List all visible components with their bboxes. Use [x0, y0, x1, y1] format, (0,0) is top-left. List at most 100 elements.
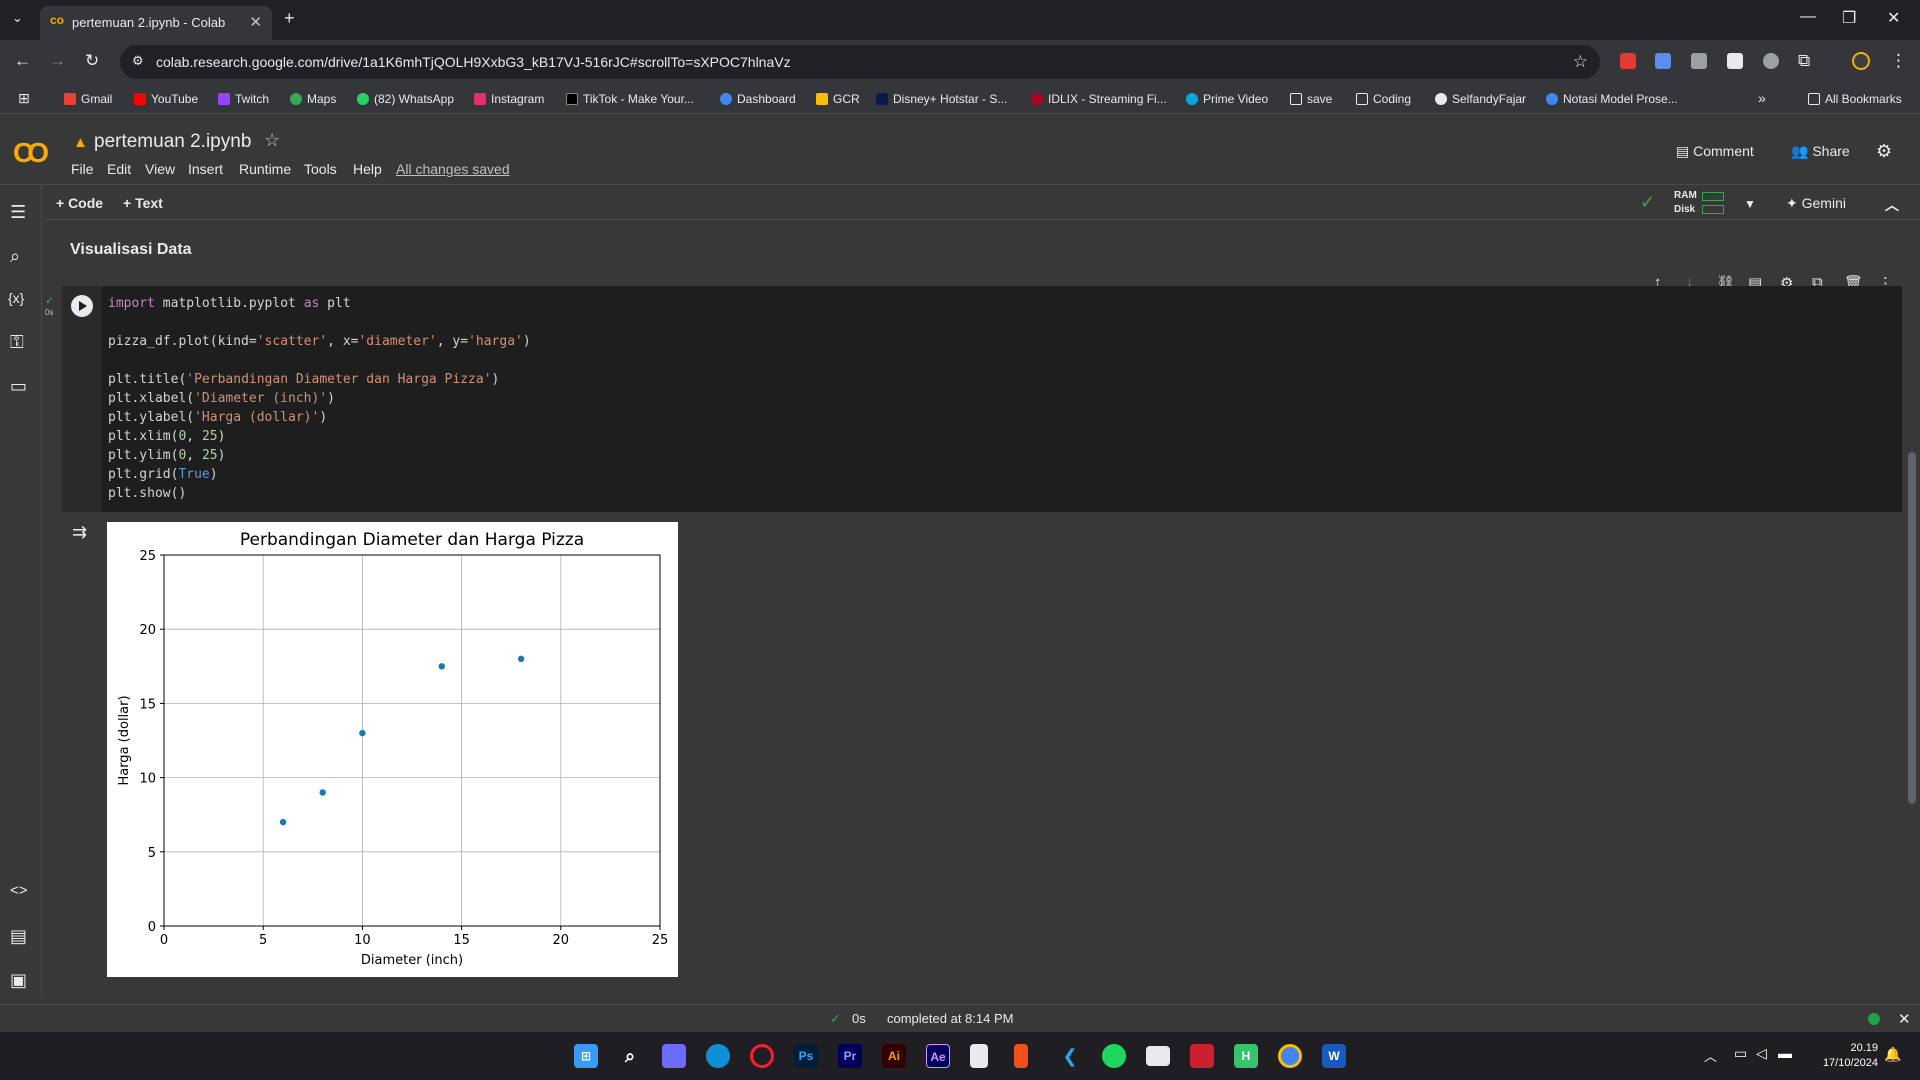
- bookmark-gmail[interactable]: Gmail: [64, 92, 112, 106]
- battery-icon[interactable]: ▬: [1778, 1045, 1792, 1061]
- bookmark-twitch[interactable]: Twitch: [218, 92, 269, 106]
- code-cell[interactable]: import matplotlib.pyplot as plt pizza_df…: [62, 286, 1902, 512]
- extension-icon[interactable]: [1763, 53, 1779, 69]
- drive-icon[interactable]: ▲: [73, 134, 88, 151]
- table-of-contents-icon[interactable]: ☰: [10, 202, 26, 223]
- bookmark-folder-save[interactable]: save: [1290, 92, 1332, 106]
- extensions-puzzle-icon[interactable]: ⧉: [1798, 51, 1810, 71]
- menu-runtime[interactable]: Runtime: [239, 161, 291, 177]
- extension-icon[interactable]: [1727, 53, 1743, 69]
- search-icon[interactable]: ⌕: [10, 246, 20, 267]
- address-bar[interactable]: ⚙ colab.research.google.com/drive/1a1K6m…: [120, 45, 1600, 79]
- bookmark-folder-coding[interactable]: Coding: [1356, 92, 1411, 106]
- settings-gear-icon[interactable]: ⚙: [1876, 141, 1892, 162]
- network-icon[interactable]: ▭: [1734, 1045, 1747, 1062]
- opera-icon[interactable]: [750, 1044, 774, 1068]
- bookmark-hotstar[interactable]: Disney+ Hotstar - S...: [876, 92, 1007, 106]
- site-info-icon[interactable]: ⚙: [132, 53, 144, 69]
- all-bookmarks[interactable]: All Bookmarks: [1808, 92, 1902, 106]
- bookmark-star-icon[interactable]: ☆: [1573, 52, 1588, 72]
- bookmark-tiktok[interactable]: TikTok - Make Your...: [566, 92, 694, 106]
- copilot-icon[interactable]: [662, 1044, 686, 1068]
- app-red-icon[interactable]: [1190, 1044, 1214, 1068]
- bookmark-instagram[interactable]: Instagram: [474, 92, 544, 106]
- reload-icon[interactable]: ↻: [85, 51, 99, 71]
- bookmark-github[interactable]: SelfandyFajar: [1435, 92, 1526, 106]
- menu-tools[interactable]: Tools: [304, 161, 337, 177]
- bookmark-idlix[interactable]: IDLIX - Streaming Fi...: [1031, 92, 1167, 106]
- more-bookmarks-icon[interactable]: »: [1758, 90, 1766, 106]
- word-icon[interactable]: W: [1322, 1044, 1346, 1068]
- star-icon[interactable]: ☆: [264, 130, 280, 151]
- collapse-header-icon[interactable]: ︿: [1885, 195, 1899, 215]
- bookmark-youtube[interactable]: YouTube: [134, 92, 198, 106]
- menu-view[interactable]: View: [145, 161, 175, 177]
- extension-icon[interactable]: [1691, 53, 1707, 69]
- new-tab-icon[interactable]: +: [284, 8, 295, 29]
- profile-avatar[interactable]: [1852, 52, 1870, 70]
- app-h-icon[interactable]: H: [1234, 1044, 1258, 1068]
- comment-button[interactable]: ▤ Comment: [1676, 143, 1754, 160]
- code-snippets-icon[interactable]: <>: [10, 882, 28, 899]
- extension-icon[interactable]: [1655, 53, 1671, 69]
- extension-icon[interactable]: [1620, 53, 1636, 69]
- back-icon[interactable]: ←: [14, 51, 31, 71]
- bookmark-prime-video[interactable]: Prime Video: [1186, 92, 1268, 106]
- premiere-icon[interactable]: Pr: [838, 1044, 862, 1068]
- add-code-button[interactable]: + Code: [56, 195, 103, 211]
- restore-icon[interactable]: ❐: [1842, 8, 1856, 28]
- share-button[interactable]: 👥 Share: [1791, 143, 1850, 160]
- status-close-icon[interactable]: ✕: [1898, 1010, 1911, 1028]
- vscode-icon[interactable]: ❮: [1058, 1044, 1082, 1068]
- menu-insert[interactable]: Insert: [188, 161, 223, 177]
- apps-grid-icon[interactable]: ⊞: [18, 90, 30, 107]
- run-cell-button[interactable]: [71, 295, 93, 317]
- taskbar-clock[interactable]: 20.19 17/10/2024: [1823, 1041, 1878, 1071]
- save-status-link[interactable]: All changes saved: [396, 161, 510, 177]
- colab-logo-icon[interactable]: CO: [13, 137, 49, 169]
- tray-chevron-icon[interactable]: ︿: [1704, 1046, 1717, 1065]
- runtime-dropdown-icon[interactable]: ▼: [1744, 197, 1756, 211]
- photoshop-icon[interactable]: Ps: [794, 1044, 818, 1068]
- browser-tab-colab[interactable]: co pertemuan 2.ipynb - Colab ✕: [40, 6, 272, 40]
- after-effects-icon[interactable]: Ae: [926, 1044, 950, 1068]
- forward-icon[interactable]: →: [49, 51, 66, 71]
- terminal-icon[interactable]: ▣: [10, 970, 27, 991]
- files-folder-icon[interactable]: ▭: [10, 376, 27, 397]
- notebook-title[interactable]: pertemuan 2.ipynb: [94, 131, 251, 153]
- code-editor[interactable]: import matplotlib.pyplot as plt pizza_df…: [108, 294, 531, 503]
- volume-icon[interactable]: ◁: [1756, 1045, 1767, 1062]
- window-app-icon[interactable]: [1146, 1046, 1170, 1066]
- tab-search-icon[interactable]: ⌄: [12, 10, 23, 26]
- chrome-taskbar-icon[interactable]: [1278, 1044, 1302, 1068]
- command-palette-icon[interactable]: ▤: [10, 926, 27, 947]
- bookmark-whatsapp[interactable]: (82) WhatsApp: [357, 92, 454, 106]
- menu-help[interactable]: Help: [353, 161, 382, 177]
- menu-edit[interactable]: Edit: [107, 161, 131, 177]
- spotify-icon[interactable]: [1102, 1044, 1126, 1068]
- gemini-button[interactable]: ✦ Gemini: [1786, 195, 1846, 212]
- add-text-button[interactable]: + Text: [123, 195, 163, 211]
- bookmark-dashboard[interactable]: Dashboard: [720, 92, 796, 106]
- minimize-icon[interactable]: —: [1800, 8, 1816, 26]
- tab-close-icon[interactable]: ✕: [249, 13, 262, 31]
- illustrator-icon[interactable]: Ai: [882, 1044, 906, 1068]
- window-close-icon[interactable]: ✕: [1887, 8, 1900, 28]
- resources-indicator[interactable]: RAM Disk: [1674, 189, 1697, 217]
- secrets-key-icon[interactable]: ⚿: [10, 332, 24, 353]
- file-icon[interactable]: [970, 1044, 988, 1068]
- figma-icon[interactable]: [1014, 1044, 1028, 1068]
- taskbar-search-icon[interactable]: ⌕: [618, 1044, 642, 1068]
- variables-icon[interactable]: {x}: [8, 290, 24, 306]
- browser-menu-icon[interactable]: ⋮: [1890, 51, 1907, 71]
- notification-bell-icon[interactable]: 🔔: [1884, 1046, 1901, 1063]
- output-actions-icon[interactable]: ⇉: [72, 522, 87, 543]
- notebook-scrollbar[interactable]: [1908, 452, 1916, 804]
- menu-file[interactable]: File: [71, 161, 94, 177]
- bookmark-gcr[interactable]: GCR: [816, 92, 860, 106]
- y-tick-label: 25: [139, 549, 156, 564]
- bookmark-notasi[interactable]: Notasi Model Prose...: [1546, 92, 1678, 106]
- edge-icon[interactable]: [706, 1044, 730, 1068]
- bookmark-maps[interactable]: Maps: [290, 92, 336, 106]
- windows-start-icon[interactable]: ⊞: [574, 1044, 598, 1068]
